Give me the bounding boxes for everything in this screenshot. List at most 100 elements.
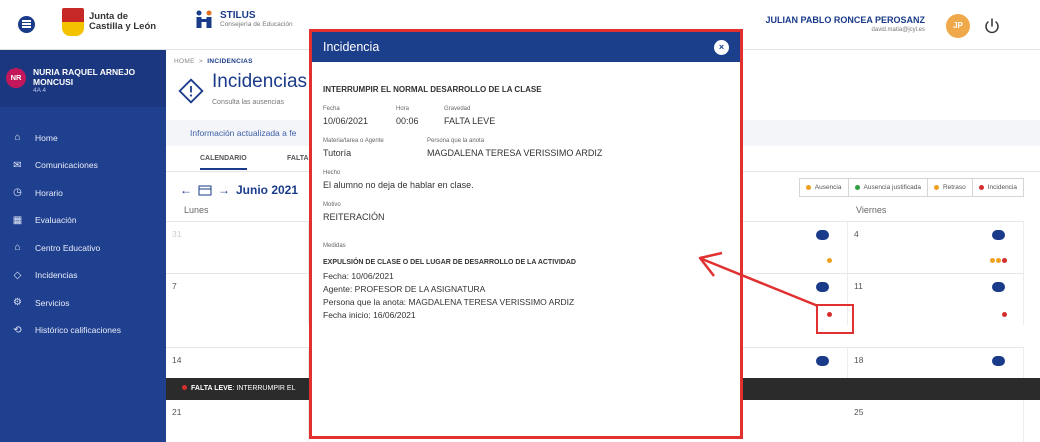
justificada-dot-icon — [854, 185, 860, 190]
gravedad-value: FALTA LEVE — [444, 116, 496, 126]
legend-label: Retraso — [942, 184, 966, 191]
legend-label: Ausencia — [814, 184, 842, 191]
power-icon[interactable] — [982, 17, 1002, 35]
breadcrumb-separator: > — [198, 58, 204, 65]
sidebar-item-label: Histórico calificaciones — [35, 325, 121, 336]
day-cell[interactable]: 4 — [848, 221, 1024, 273]
sidebar-item-home[interactable]: ⌂ Home — [0, 124, 166, 152]
incidencia-dot-icon — [1002, 312, 1007, 317]
materia-value: Tutoría — [323, 148, 352, 158]
student-class: 4A 4 — [33, 87, 47, 94]
day-number: 4 — [854, 229, 859, 239]
medidas-label: Medidas — [323, 243, 346, 249]
gear-icon: ⚙ — [13, 297, 22, 309]
retraso-dot-icon — [827, 258, 832, 263]
day-number: 11 — [854, 281, 863, 291]
user-name: JULIAN PABLO RONCEA PEROSANZ — [765, 15, 925, 25]
incidence-heading: INTERRUMPIR EL NORMAL DESARROLLO DE LA C… — [323, 85, 542, 94]
day-cell[interactable]: 7 — [166, 273, 309, 325]
student-avatar: NR — [6, 68, 26, 88]
close-icon[interactable]: × — [714, 40, 729, 55]
incidence-bar-label: FALTA LEVE — [191, 385, 233, 392]
page-title: Incidencias — [212, 71, 308, 92]
month-label: Junio 2021 — [236, 183, 299, 197]
hora-label: Hora — [396, 106, 410, 112]
sidebar-item-label: Home — [35, 132, 58, 143]
clock-icon: ◷ — [13, 187, 22, 199]
sidebar-item-centro-educativo[interactable]: ⌂ Centro Educativo — [0, 234, 166, 262]
sidebar-item-label: Incidencias — [35, 270, 78, 281]
count-badge — [992, 282, 1005, 292]
persona-value: MAGDALENA TERESA VERISSIMO ARDIZ — [427, 148, 603, 158]
retraso-dot-icon — [933, 185, 939, 190]
student-profile[interactable]: NR NURIA RAQUEL ARNEJO MONCUSI 4A 4 — [0, 50, 166, 107]
user-avatar[interactable]: JP — [946, 14, 970, 38]
motivo-label: Motivo — [323, 202, 341, 208]
day-cell[interactable]: 31 — [166, 221, 309, 273]
fecha-label: Fecha — [323, 106, 340, 112]
sidebar: NR NURIA RAQUEL ARNEJO MONCUSI 4A 4 ⌂ Ho… — [0, 50, 166, 442]
info-text: Información actualizada a fe — [190, 128, 297, 138]
ausencia-dot-icon — [996, 258, 1001, 263]
count-badge — [992, 356, 1005, 366]
day-cell[interactable]: 21 — [166, 399, 309, 442]
sidebar-item-incidencias[interactable]: ◇ Incidencias — [0, 262, 166, 290]
warning-diamond-icon — [178, 78, 204, 104]
breadcrumb-home[interactable]: HOME — [174, 58, 195, 65]
gravedad-label: Gravedad — [444, 106, 471, 112]
medida-persona: Persona que la anota: MAGDALENA TERESA V… — [323, 297, 575, 307]
sidebar-item-evaluacion[interactable]: ▦ Evaluación — [0, 207, 166, 235]
count-badge — [816, 230, 829, 240]
materia-label: Materia/tarea o Agente — [323, 138, 384, 144]
sidebar-item-horario[interactable]: ◷ Horario — [0, 179, 166, 207]
modal-header: Incidencia × — [312, 32, 740, 62]
sidebar-item-historico[interactable]: ⟲ Histórico calificaciones — [0, 317, 166, 345]
highlight-box — [816, 304, 854, 334]
legend-ausencia: Ausencia — [800, 178, 849, 197]
count-badge — [992, 230, 1005, 240]
motivo-value: REITERACIÓN — [323, 212, 385, 222]
day-number: 25 — [854, 407, 864, 417]
sidebar-nav: ⌂ Home ✉ Comunicaciones ◷ Horario ▦ Eval… — [0, 124, 166, 344]
hora-value: 00:06 — [396, 116, 419, 126]
tab-faltas[interactable]: FALTA — [287, 155, 309, 162]
incidencia-dot-icon — [1002, 258, 1007, 263]
incidencia-modal: Incidencia × INTERRUMPIR EL NORMAL DESAR… — [309, 29, 743, 439]
sidebar-item-comunicaciones[interactable]: ✉ Comunicaciones — [0, 152, 166, 180]
legend: Ausencia Ausencia justificada Retraso In… — [798, 178, 1024, 197]
incidence-bar-description: : INTERRUMPIR EL — [232, 385, 296, 392]
breadcrumb-current: INCIDENCIAS — [207, 58, 253, 65]
stilus-logo[interactable]: STILUS Consejería de Educación — [193, 8, 293, 30]
persona-label: Persona que la anota — [427, 138, 485, 144]
tab-calendario[interactable]: CALENDARIO — [200, 155, 247, 170]
school-icon: ⌂ — [14, 242, 21, 254]
calendar-icon[interactable] — [198, 184, 212, 196]
legend-label: Ausencia justificada — [863, 184, 921, 191]
day-cell[interactable]: 11 — [848, 273, 1024, 325]
legend-ausencia-justificada: Ausencia justificada — [849, 178, 928, 197]
chat-icon: ✉ — [13, 159, 22, 171]
incidence-bar-text: FALTA LEVE: INTERRUMPIR EL — [182, 385, 296, 392]
medida-agente: Agente: PROFESOR DE LA ASIGNATURA — [323, 284, 486, 294]
grade-icon: ▦ — [12, 214, 23, 226]
day-cell[interactable]: 25 — [848, 399, 1024, 442]
org-line2: Castilla y León — [89, 21, 157, 32]
month-nav: ← → Junio 2021 — [180, 183, 298, 197]
arrow-left-icon[interactable]: ← — [180, 183, 192, 197]
sidebar-item-label: Evaluación — [35, 215, 77, 226]
medida-fecha: Fecha: 10/06/2021 — [323, 271, 394, 281]
count-badge — [816, 356, 829, 366]
menu-icon[interactable] — [18, 16, 35, 33]
legend-label: Incidencia — [987, 184, 1017, 191]
jcyl-shield-icon — [62, 8, 84, 36]
day-number: 18 — [854, 355, 864, 365]
sidebar-item-servicios[interactable]: ⚙ Servicios — [0, 289, 166, 317]
app-subtitle: Consejería de Educación — [220, 21, 293, 28]
warning-icon: ◇ — [13, 269, 22, 281]
day-number: 21 — [172, 407, 182, 417]
count-badge — [816, 282, 829, 292]
jcyl-logo[interactable]: Junta de Castilla y León — [62, 8, 156, 36]
sidebar-item-label: Servicios — [35, 297, 70, 308]
modal-title: Incidencia — [323, 40, 380, 54]
arrow-right-icon[interactable]: → — [218, 183, 230, 197]
